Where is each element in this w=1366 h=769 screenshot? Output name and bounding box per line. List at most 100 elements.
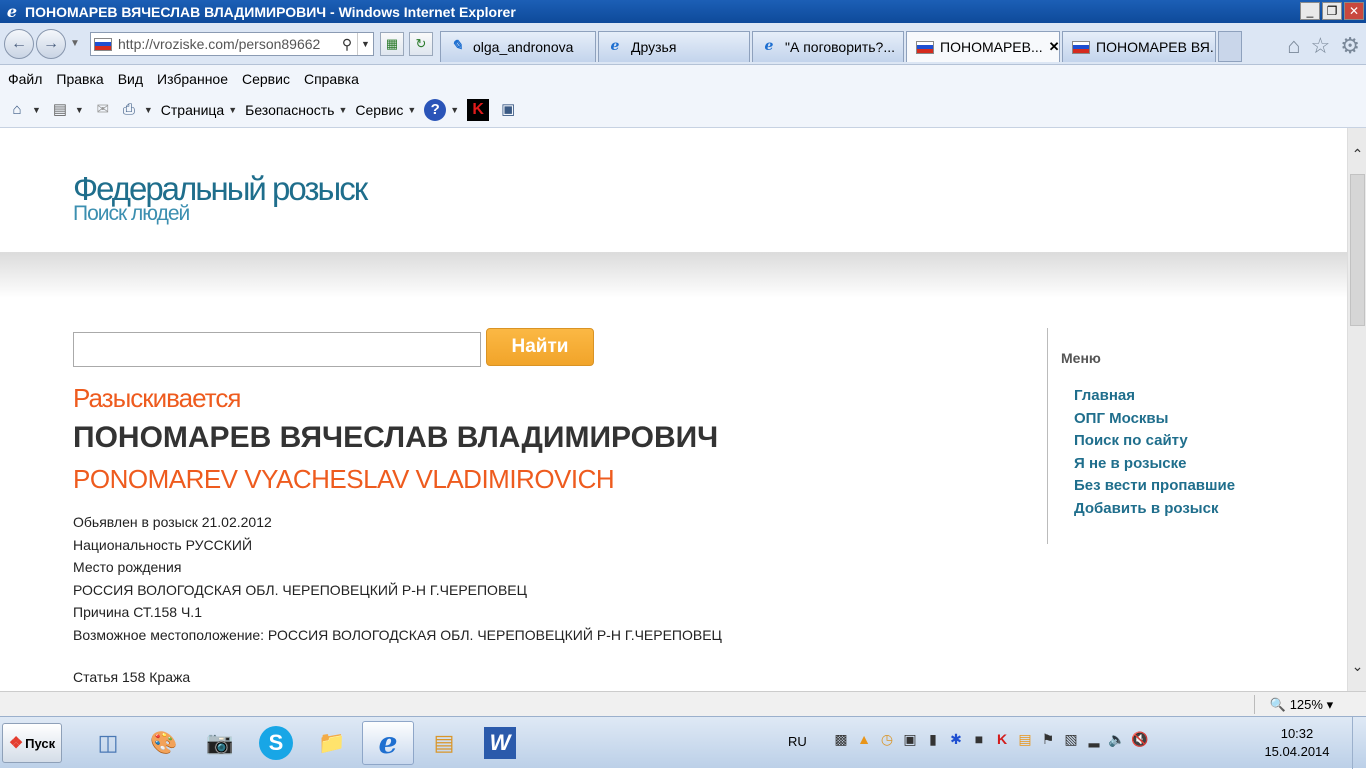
sidebar-item-missing[interactable]: Без вести пропавшие [1074, 475, 1235, 498]
rss-feed-icon[interactable]: ▤ [49, 99, 71, 121]
window-controls: _ ❐ ✕ [1300, 2, 1364, 20]
menu-tools[interactable]: Сервис [242, 71, 290, 87]
wanted-status: Разыскивается [73, 383, 241, 413]
gear-icon[interactable]: ⚙ [1340, 33, 1360, 59]
tab-a-pogovorit[interactable]: e "А поговорить?... [752, 31, 904, 62]
signal-icon[interactable]: ▂ [1085, 731, 1103, 748]
back-forward-group: ← → ▼ [4, 29, 80, 59]
volume-icon[interactable]: 🔈 [1108, 731, 1126, 748]
sidebar-item-not-wanted[interactable]: Я не в розыске [1074, 453, 1235, 476]
search-icon[interactable]: ⚲ [337, 36, 357, 53]
ie-icon: e [610, 38, 620, 54]
research-icon[interactable]: ▣ [497, 99, 519, 121]
safety-menu[interactable]: Безопасность [245, 102, 334, 118]
rss-dropdown-icon[interactable]: ▼ [75, 105, 84, 115]
tab-ponomarev-2[interactable]: ПОНОМАРЕВ ВЯ... [1062, 31, 1216, 62]
system-clock[interactable]: 10:32 15.04.2014 [1252, 725, 1342, 761]
close-tab-icon[interactable]: ✕ [1049, 39, 1059, 55]
search-button[interactable]: Найти [486, 328, 594, 366]
menu-view[interactable]: Вид [118, 71, 143, 87]
read-mail-icon[interactable]: ✉ [92, 99, 114, 121]
person-name-en: PONOMAREV VYACHESLAV VLADIMIROVICH [73, 464, 615, 494]
taskbar: ❖ Пуск ◫ 🎨 📷 S 📁 e ▤ W RU ▩ ▲ ◷ ▣ ▮ ✱ ■ … [0, 716, 1366, 769]
print-icon[interactable]: ⎙ [118, 99, 140, 121]
new-tab-button[interactable] [1218, 31, 1242, 62]
windows-logo-icon: ❖ [8, 735, 24, 752]
paint-icon[interactable]: 🎨 [138, 721, 190, 765]
menu-file[interactable]: Файл [8, 71, 42, 87]
close-window-button[interactable]: ✕ [1344, 2, 1364, 20]
scroll-thumb[interactable] [1350, 174, 1365, 326]
tools-dropdown-icon[interactable]: ▼ [407, 105, 416, 115]
calendar-app-icon[interactable]: ▤ [418, 721, 470, 765]
tray-clock-app-icon[interactable]: ◷ [878, 731, 896, 748]
internet-explorer-icon[interactable]: e [362, 721, 414, 765]
camera-icon[interactable]: 📷 [194, 721, 246, 765]
address-bar[interactable]: http://vroziske.com/person89662 ⚲ ▼ [90, 32, 374, 56]
tray-network-drive-icon[interactable]: ▩ [832, 731, 850, 748]
home-icon[interactable]: ⌂ [1287, 33, 1300, 59]
compatibility-view-icon[interactable]: ▦ [380, 32, 404, 56]
word-icon[interactable]: W [474, 721, 526, 765]
help-icon[interactable]: ? [424, 99, 447, 121]
address-url[interactable]: http://vroziske.com/person89662 [118, 36, 337, 52]
scroll-up-icon[interactable]: ⌃ [1348, 146, 1366, 163]
home-icon[interactable]: ⌂ [6, 99, 28, 121]
tab-friends[interactable]: e Друзья [598, 31, 750, 62]
sidebar-item-site-search[interactable]: Поиск по сайту [1074, 430, 1235, 453]
menu-edit[interactable]: Правка [56, 71, 103, 87]
menu-favorites[interactable]: Избранное [157, 71, 228, 87]
menu-bar: Файл Правка Вид Избранное Сервис Справка [0, 65, 1366, 93]
tray-kaspersky-icon[interactable]: K [993, 731, 1011, 748]
desktop-tool-icon[interactable]: ◫ [82, 721, 134, 765]
zoom-control[interactable]: 🔍 125% ▾ [1254, 695, 1348, 714]
tray-device-icon[interactable]: ▧ [1062, 731, 1080, 748]
sidebar-item-home[interactable]: Главная [1074, 385, 1235, 408]
volume-mute-icon[interactable]: 🔇 [1131, 731, 1149, 748]
sidebar-item-opg-moscow[interactable]: ОПГ Москвы [1074, 408, 1235, 431]
command-bar: ⌂ ▼ ▤ ▼ ✉ ⎙ ▼ Страница ▼ Безопасность ▼ Серви… [0, 93, 1366, 128]
safety-dropdown-icon[interactable]: ▼ [338, 105, 347, 115]
vertical-scrollbar[interactable]: ⌃ ⌄ [1347, 128, 1366, 691]
bluetooth-icon[interactable]: ✱ [947, 731, 965, 748]
kaspersky-icon[interactable]: K [467, 99, 490, 121]
page-dropdown-icon[interactable]: ▼ [228, 105, 237, 115]
scroll-down-icon[interactable]: ⌄ [1348, 658, 1366, 675]
back-button[interactable]: ← [4, 29, 34, 59]
tray-monitor-icon[interactable]: ▮ [924, 731, 942, 748]
detail-birthplace: РОССИЯ ВОЛОГОДСКАЯ ОБЛ. ЧЕРЕПОВЕЦКИЙ Р-Н… [73, 581, 527, 598]
tools-menu[interactable]: Сервис [355, 102, 403, 118]
search-input[interactable] [73, 332, 481, 367]
address-dropdown-icon[interactable]: ▼ [357, 33, 373, 55]
page-menu[interactable]: Страница [161, 102, 224, 118]
forward-button[interactable]: → [36, 29, 66, 59]
menu-help[interactable]: Справка [304, 71, 359, 87]
file-explorer-icon[interactable]: 📁 [306, 721, 358, 765]
tray-display-icon[interactable]: ■ [970, 731, 988, 748]
language-indicator[interactable]: RU [788, 734, 807, 749]
tab-olga-andronova[interactable]: ✎ olga_andronova [440, 31, 596, 62]
refresh-icon[interactable]: ↻ [409, 32, 433, 56]
home-dropdown-icon[interactable]: ▼ [32, 105, 41, 115]
skype-icon[interactable]: S [250, 721, 302, 765]
person-details: Обьявлен в розыск 21.02.2012 Национально… [73, 511, 722, 646]
action-center-flag-icon[interactable]: ⚑ [1039, 731, 1057, 748]
favorites-star-icon[interactable]: ☆ [1311, 33, 1331, 59]
print-dropdown-icon[interactable]: ▼ [144, 105, 153, 115]
show-desktop-button[interactable] [1352, 717, 1366, 769]
help-dropdown-icon[interactable]: ▼ [450, 105, 459, 115]
tab-label: ПОНОМАРЕВ... [940, 39, 1043, 55]
tray-camera-icon[interactable]: ▣ [901, 731, 919, 748]
restore-button[interactable]: ❐ [1322, 2, 1342, 20]
window-title-bar: e ПОНОМАРЕВ ВЯЧЕСЛАВ ВЛАДИМИРОВИЧ - Wind… [0, 0, 1366, 23]
tab-ponomarev-active[interactable]: ПОНОМАРЕВ... ✕ [906, 31, 1060, 62]
sidebar-item-add-wanted[interactable]: Добавить в розыск [1074, 498, 1235, 521]
ie-icon: e [764, 38, 774, 54]
tray-cloud-icon[interactable]: ▲ [855, 731, 873, 748]
minimize-button[interactable]: _ [1300, 2, 1320, 20]
detail-wanted-date: Обьявлен в розыск 21.02.2012 [73, 514, 272, 530]
sidebar-heading: Меню [1061, 350, 1101, 366]
start-button[interactable]: ❖ Пуск [2, 723, 62, 763]
tray-notes-icon[interactable]: ▤ [1016, 731, 1034, 748]
recent-pages-dropdown[interactable]: ▼ [70, 29, 80, 59]
